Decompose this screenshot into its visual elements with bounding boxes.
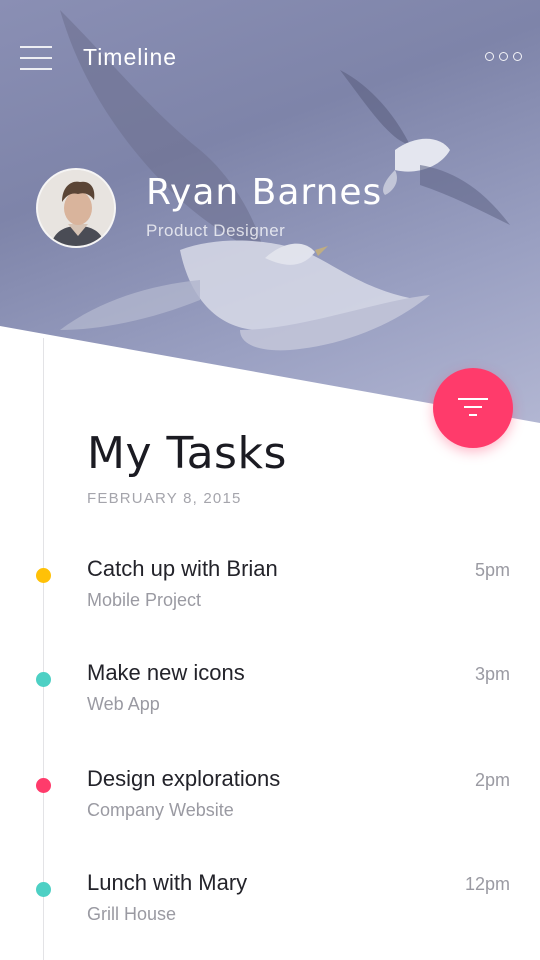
- task-time: 12pm: [464, 874, 510, 894]
- task-time: 5pm: [474, 560, 510, 580]
- list-item[interactable]: Design explorations Company Website 2pm: [0, 766, 540, 846]
- filter-icon: [458, 398, 488, 418]
- task-time: 3pm: [474, 664, 510, 684]
- section-date: FEBRUARY 8, 2015: [87, 490, 242, 507]
- task-time: 2pm: [474, 770, 510, 790]
- task-subtitle: Web App: [87, 694, 160, 714]
- task-subtitle: Mobile Project: [87, 590, 202, 610]
- task-title: Catch up with Brian: [87, 556, 278, 581]
- task-title: Design explorations: [87, 766, 281, 791]
- section-title: My Tasks: [87, 428, 287, 479]
- status-dot: [36, 882, 51, 897]
- task-subtitle: Grill House: [87, 904, 177, 924]
- status-dot: [36, 778, 51, 793]
- filter-button[interactable]: [433, 368, 513, 448]
- profile-role: Product Designer: [146, 221, 286, 240]
- task-title: Make new icons: [87, 660, 245, 685]
- list-item[interactable]: Lunch with Mary Grill House 12pm: [0, 870, 540, 950]
- profile-name: Ryan Barnes: [146, 172, 383, 213]
- list-item[interactable]: Make new icons Web App 3pm: [0, 660, 540, 740]
- status-dot: [36, 672, 51, 687]
- hamburger-icon[interactable]: [20, 44, 52, 72]
- status-dot: [36, 568, 51, 583]
- avatar[interactable]: [36, 168, 116, 248]
- more-options-icon[interactable]: [485, 51, 523, 63]
- page-title: Timeline: [83, 44, 178, 70]
- task-title: Lunch with Mary: [87, 870, 248, 895]
- task-subtitle: Company Website: [87, 800, 234, 820]
- timeline-line: [43, 338, 44, 960]
- list-item[interactable]: Catch up with Brian Mobile Project 5pm: [0, 556, 540, 636]
